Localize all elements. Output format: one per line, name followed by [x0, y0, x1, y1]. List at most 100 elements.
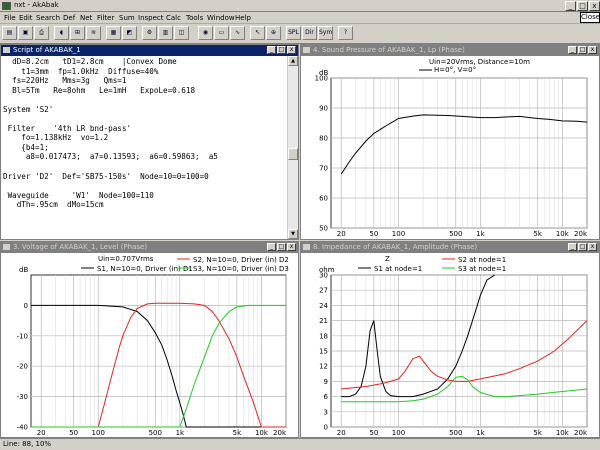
chart-header: Uin=0.707Vrms: [98, 255, 154, 263]
scroll-up-icon[interactable]: ▲: [288, 56, 298, 66]
legend-label: S2 at node=1: [458, 256, 506, 264]
calc-icon[interactable]: ▦: [106, 26, 121, 40]
script-line: [3, 162, 288, 172]
y-tick-label: -10: [17, 332, 28, 340]
voltage-minimize-button[interactable]: _: [267, 243, 276, 251]
script-editor[interactable]: dD=8.2cm tD1=2.8cm |Convex Dome t1=3mm f…: [1, 56, 288, 239]
spl-chart[interactable]: 20501005001k5k10k20k5060708090100Frequen…: [301, 56, 599, 239]
x-tick-label: 20k: [273, 429, 287, 437]
y-tick-label: -20: [17, 363, 28, 371]
battery-icon[interactable]: ▭: [214, 26, 229, 40]
x-tick-label: 1k: [176, 429, 185, 437]
network-icon[interactable]: ⊞: [70, 26, 85, 40]
print-icon[interactable]: ⎙: [34, 26, 49, 40]
menu-search[interactable]: Search: [36, 14, 60, 22]
x-tick-label: 20: [337, 429, 346, 437]
x-tick-label: 10k: [556, 429, 570, 437]
x-tick-label: 100: [92, 429, 105, 437]
script-line: [3, 181, 288, 191]
scroll-down-icon[interactable]: ▼: [288, 229, 298, 239]
sym-button-label: Sym: [319, 29, 333, 36]
speaker-icon[interactable]: ◉: [198, 26, 213, 40]
zoom-icon[interactable]: ⊕: [266, 26, 281, 40]
help-icon[interactable]: ?: [338, 26, 353, 40]
y-tick-label: 0: [324, 424, 328, 432]
script-line: [3, 114, 288, 124]
script-minimize-button[interactable]: _: [267, 46, 276, 54]
toolbar: ▤ ▣ ⎙ ◖ ⊞ ≋ ▦ ◩ ⚙ ▥ ◫ ◉ ▭ ∿ ↖ ⊕ SPL Dir …: [0, 24, 600, 44]
scroll-thumb[interactable]: [288, 148, 298, 160]
sym-button[interactable]: Sym: [318, 26, 333, 40]
menu-calc[interactable]: Calc: [166, 14, 181, 22]
voltage-maximize-button[interactable]: □: [277, 243, 286, 251]
impedance-chart[interactable]: 20501005001k5k10k20k036912151821242730Fr…: [301, 253, 599, 437]
impedance-window-title: 8. Impedance of AKABAK_1, Amplitude (Pha…: [313, 243, 478, 251]
y-tick-label: 12: [319, 363, 328, 371]
menu-bar: File Edit Search Def Net Filter Sum Insp…: [0, 12, 600, 24]
script-scrollbar[interactable]: ▲ ▼: [287, 56, 298, 239]
menu-edit[interactable]: Edit: [19, 14, 33, 22]
legend-label: H=0°, V=0°: [434, 66, 476, 74]
menu-net[interactable]: Net: [80, 14, 92, 22]
spl-minimize-button[interactable]: _: [568, 46, 577, 54]
status-text: Line: 88, 10%: [3, 440, 52, 448]
script-line: a8=0.017473; a7=0.13593; a6=0.59863; a5: [3, 152, 218, 162]
voltage-close-button[interactable]: x: [287, 243, 296, 251]
wave-icon[interactable]: ∿: [230, 26, 245, 40]
chart-window-icon: [3, 244, 10, 250]
script-window-titlebar: Script of AKABAK_1 _ □ x: [1, 45, 298, 56]
menu-file[interactable]: File: [4, 14, 16, 22]
save-icon[interactable]: ▣: [18, 26, 33, 40]
impedance-maximize-button[interactable]: □: [578, 243, 587, 251]
menu-filter[interactable]: Filter: [97, 14, 114, 22]
document-icon: [3, 47, 10, 53]
filter-icon[interactable]: ≋: [86, 26, 101, 40]
y-tick-label: 90: [319, 105, 328, 113]
menu-tools[interactable]: Tools: [186, 14, 203, 22]
voltage-chart[interactable]: 20501005001k5k10k20k-40-30-20-100Frequen…: [1, 253, 298, 437]
status-bar: Line: 88, 10%: [0, 438, 600, 450]
cursor-icon[interactable]: ↖: [250, 26, 265, 40]
minimize-button[interactable]: _: [565, 1, 576, 11]
spl-window[interactable]: 4. Sound Pressure of AKABAK_1, Lp (Phase…: [300, 44, 600, 240]
script-close-button[interactable]: x: [287, 46, 296, 54]
tools-icon[interactable]: ⚙: [142, 26, 157, 40]
table-icon[interactable]: ▥: [158, 26, 173, 40]
script-window[interactable]: Script of AKABAK_1 _ □ x dD=8.2cm tD1=2.…: [0, 44, 299, 240]
chart-header: Uin=20Vrms, Distance=10m: [429, 58, 530, 66]
menu-def[interactable]: Def: [63, 14, 75, 22]
menu-sum[interactable]: Sum: [119, 14, 135, 22]
x-tick-label: 500: [449, 230, 462, 238]
script-line: [3, 95, 288, 105]
y-tick-label: 0: [24, 302, 28, 310]
menu-help[interactable]: Help: [235, 14, 251, 22]
x-tick-label: 5k: [233, 429, 242, 437]
close-button[interactable]: Close: [580, 12, 600, 23]
open-folder-icon[interactable]: ▤: [2, 26, 17, 40]
y-tick-label: 70: [319, 165, 328, 173]
spl-button[interactable]: SPL: [286, 26, 301, 40]
impedance-minimize-button[interactable]: _: [568, 243, 577, 251]
legend-label: S2, N=10=0, Driver (in) D2: [193, 256, 289, 264]
maximize-button[interactable]: □: [577, 1, 588, 11]
x-tick-label: 500: [449, 429, 462, 437]
script-maximize-button[interactable]: □: [277, 46, 286, 54]
spl-maximize-button[interactable]: □: [578, 46, 587, 54]
impedance-close-button[interactable]: x: [588, 243, 597, 251]
driver-icon[interactable]: ◖: [54, 26, 69, 40]
menu-inspect[interactable]: Inspect: [138, 14, 164, 22]
x-tick-label: 5k: [533, 230, 542, 238]
legend-label: S1, N=10=0, Driver (in) D1: [97, 265, 193, 273]
script-line: Bl=5Tm Re=8ohm Le=1mH ExpoLe=0.618: [3, 85, 196, 95]
dir-button[interactable]: Dir: [302, 26, 317, 40]
graph-icon[interactable]: ◩: [122, 26, 137, 40]
menu-window[interactable]: Window: [207, 14, 235, 22]
spl-button-label: SPL: [288, 29, 299, 36]
voltage-window[interactable]: 3. Voltage of AKABAK_1, Level (Phase) _ …: [0, 241, 299, 438]
x-tick-label: 20k: [574, 230, 588, 238]
close-window-button[interactable]: x: [589, 1, 600, 11]
impedance-window[interactable]: 8. Impedance of AKABAK_1, Amplitude (Pha…: [300, 241, 600, 438]
chart-icon[interactable]: ◫: [174, 26, 189, 40]
spl-close-button[interactable]: x: [588, 46, 597, 54]
script-line: t1=3mm fp=1.0kHz Diffuse=40%: [3, 66, 159, 76]
